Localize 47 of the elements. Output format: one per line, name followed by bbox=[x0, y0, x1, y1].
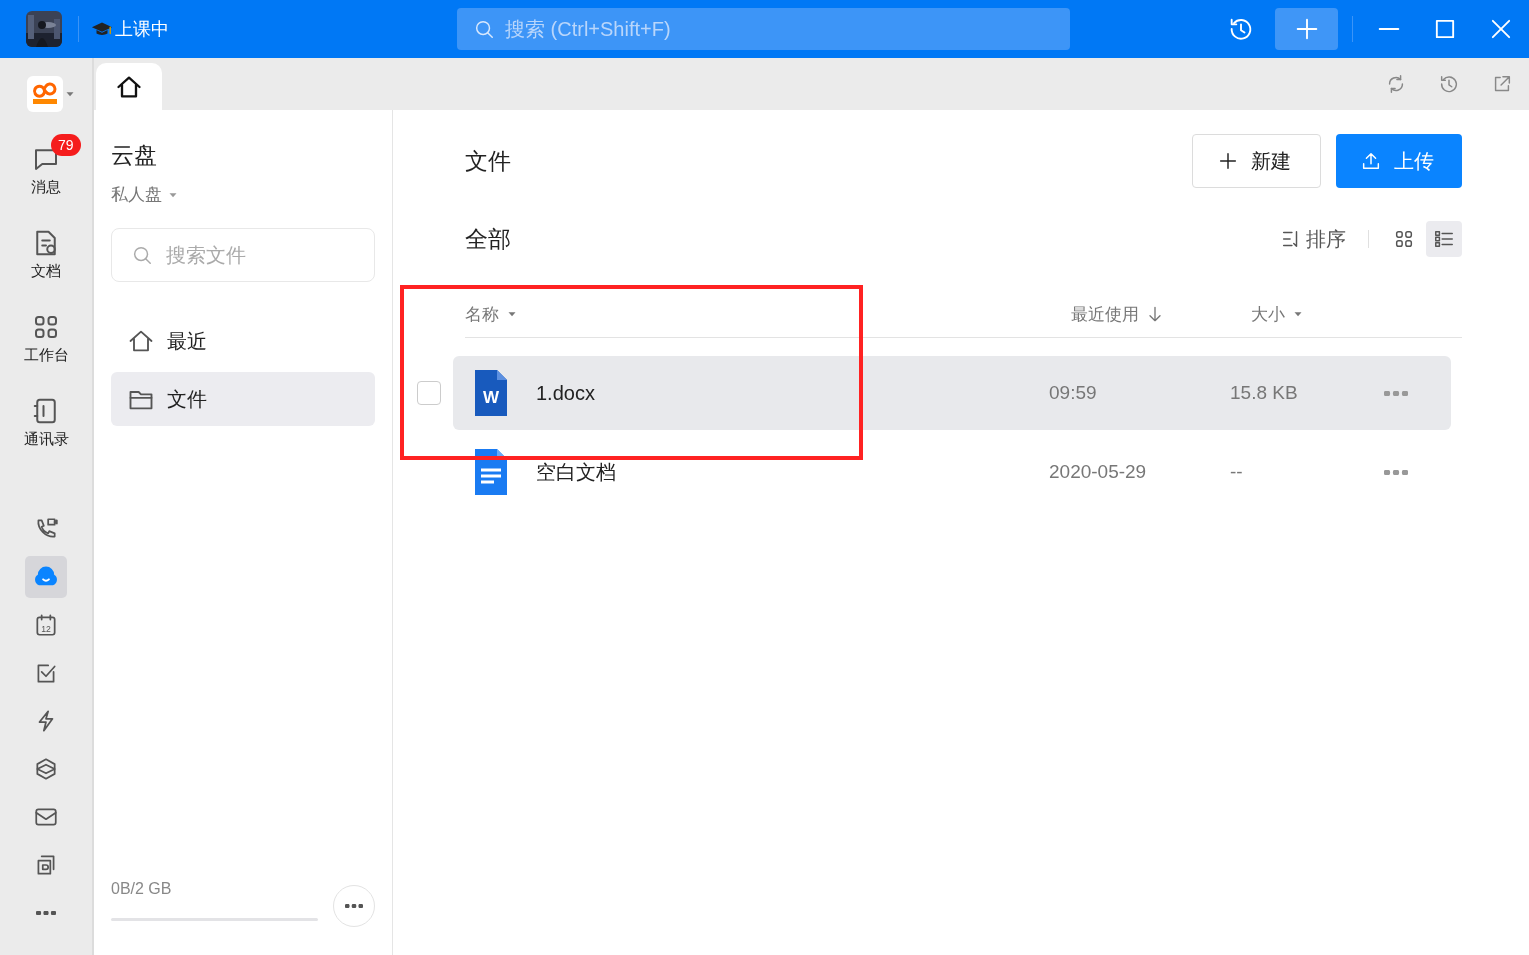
sort-button[interactable]: 排序 bbox=[1280, 225, 1346, 253]
upload-button[interactable]: 上传 bbox=[1336, 134, 1462, 188]
column-header[interactable]: 最近使用 bbox=[1071, 302, 1251, 326]
more-button[interactable] bbox=[333, 885, 375, 927]
file-size: 15.8 KB bbox=[1230, 382, 1299, 404]
last-used: 09:59 bbox=[1049, 382, 1098, 404]
new-button[interactable]: 新建 bbox=[1192, 134, 1321, 188]
history-icon[interactable] bbox=[1438, 73, 1460, 95]
grid-view-button[interactable] bbox=[1426, 221, 1462, 257]
column-header[interactable]: 大小 bbox=[1251, 302, 1305, 326]
storage-text: 0B/2 GB bbox=[111, 879, 173, 898]
more-icon bbox=[345, 904, 363, 908]
file-row[interactable]: W 1.docx 09:59 15.8 KB bbox=[453, 356, 1451, 430]
add-button[interactable] bbox=[1275, 8, 1338, 50]
panel-title: 云盘 bbox=[111, 141, 158, 170]
search-field[interactable]: 搜索文件 bbox=[111, 228, 375, 282]
logo-icon[interactable] bbox=[27, 76, 63, 112]
section-title: 全部 bbox=[465, 224, 511, 254]
more-icon[interactable] bbox=[1384, 469, 1408, 475]
unread-badge: 79 bbox=[51, 133, 81, 156]
column-header[interactable]: 名称 bbox=[465, 302, 1071, 326]
drive-selector[interactable]: 私人盘 bbox=[111, 183, 375, 206]
file-size: -- bbox=[1230, 461, 1244, 483]
file-name: 1.docx bbox=[535, 381, 596, 405]
search-icon bbox=[473, 18, 495, 40]
sidebar-item[interactable]: 文件 bbox=[111, 372, 375, 426]
search-field[interactable]: 搜索 (Ctrl+Shift+F) bbox=[457, 8, 1070, 50]
plus-icon bbox=[1217, 150, 1239, 172]
nav-item[interactable]: 文档 bbox=[4, 208, 88, 292]
cube-icon[interactable] bbox=[33, 756, 59, 782]
search-icon bbox=[131, 244, 153, 266]
status-text: 上课中 bbox=[115, 18, 169, 41]
nav-item[interactable]: 通讯录 bbox=[4, 376, 88, 460]
nav-tool-selected[interactable] bbox=[25, 556, 67, 598]
grid-icon bbox=[1393, 228, 1415, 250]
upload-icon bbox=[1360, 150, 1382, 172]
nav-item[interactable]: 79 消息 bbox=[4, 124, 88, 208]
file-row[interactable]: 空白文档 2020-05-29 -- bbox=[453, 435, 1451, 509]
sidebar-item[interactable]: 最近 bbox=[111, 314, 375, 368]
more-icon[interactable] bbox=[36, 911, 56, 915]
list-icon bbox=[1433, 228, 1455, 250]
nav-item[interactable]: 工作台 bbox=[4, 292, 88, 376]
file-name: 空白文档 bbox=[535, 459, 617, 485]
row-checkbox[interactable] bbox=[417, 381, 441, 405]
home-tab[interactable] bbox=[96, 63, 162, 110]
last-used: 2020-05-29 bbox=[1049, 461, 1148, 483]
page-title: 文件 bbox=[465, 146, 511, 176]
